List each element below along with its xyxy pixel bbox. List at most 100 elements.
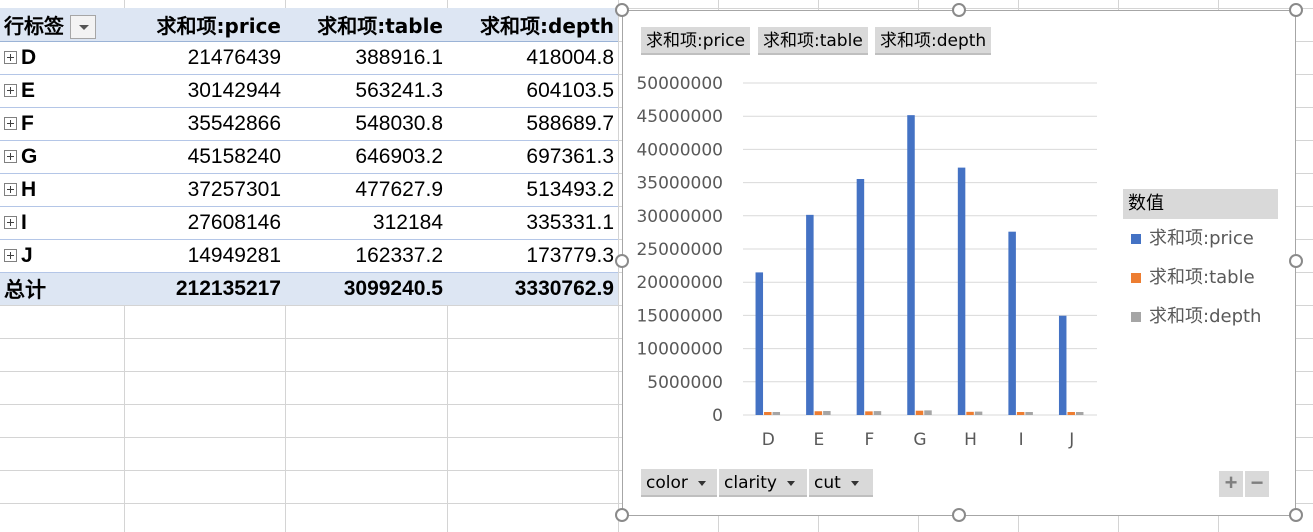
bar-D-series-1[interactable] (755, 272, 764, 415)
pivot-row-label-cell[interactable]: F (0, 107, 124, 141)
bar-I-series-1[interactable] (1008, 231, 1016, 415)
bar-J-series-1[interactable] (1058, 315, 1067, 415)
pivot-row-label-cell[interactable]: J (0, 239, 124, 273)
resize-handle-bottom-left[interactable] (615, 508, 629, 522)
pivot-row-label: F (21, 111, 34, 135)
resize-handle-middle-left[interactable] (615, 254, 629, 268)
pivot-cell-table[interactable]: 646903.2 (285, 140, 447, 174)
pivot-header-row: 行标签 求和项:price 求和项:table 求和项:depth (0, 8, 618, 42)
bar-G-series-3[interactable] (924, 410, 932, 415)
legend-label-table: 求和项:table (1149, 267, 1255, 288)
bar-I-series-3[interactable] (1025, 412, 1033, 415)
pivot-total-table[interactable]: 3099240.5 (285, 271, 447, 305)
bar-I-series-2[interactable] (1016, 412, 1025, 415)
pivot-row-label-cell[interactable]: H (0, 173, 124, 207)
pivot-chart[interactable]: 求和项:price 求和项:table 求和项:depth 0 5000000 10… (622, 10, 1296, 516)
pivot-cell-depth[interactable]: 418004.8 (447, 41, 618, 75)
pivot-total-row: 总计 212135217 3099240.5 3330762.9 (0, 271, 618, 305)
pivot-cell-depth[interactable]: 513493.2 (447, 173, 618, 207)
pivot-cell-price[interactable]: 45158240 (124, 140, 285, 174)
pivot-cell-price[interactable]: 21476439 (124, 41, 285, 75)
bar-E-series-1[interactable] (806, 214, 814, 415)
bar-H-series-1[interactable] (957, 167, 966, 415)
legend-item-table[interactable]: 求和项:table (1131, 266, 1255, 290)
pivot-cell-table[interactable]: 312184 (285, 206, 447, 240)
expand-plus-icon[interactable] (4, 51, 17, 65)
pivot-cell-price[interactable]: 37257301 (124, 173, 285, 207)
y-tick-label: 0 (712, 406, 723, 426)
pivot-row: H 37257301 477627.9 513493.2 (0, 173, 618, 207)
pivot-cell-price[interactable]: 30142944 (124, 74, 285, 108)
bar-E-series-3[interactable] (823, 410, 831, 415)
resize-handle-top-left[interactable] (615, 3, 629, 17)
pivot-row-label-cell[interactable]: D (0, 41, 124, 75)
pivot-total-label[interactable]: 总计 (0, 271, 124, 305)
pivot-total-depth[interactable]: 3330762.9 (447, 271, 618, 305)
bar-G-series-2[interactable] (915, 410, 924, 415)
pivot-row-label-cell[interactable]: E (0, 74, 124, 108)
row-labels-filter-button[interactable] (70, 15, 96, 39)
pivot-row-label: J (21, 243, 33, 267)
resize-handle-top-center[interactable] (952, 3, 966, 17)
pivot-row-label-cell[interactable]: G (0, 140, 124, 174)
legend-swatch-price (1131, 234, 1141, 244)
bar-F-series-2[interactable] (865, 411, 873, 415)
pivot-cell-depth[interactable]: 604103.5 (447, 74, 618, 108)
pivot-cell-table[interactable]: 388916.1 (285, 41, 447, 75)
pivot-row-label: E (21, 78, 36, 102)
axis-field-button-clarity[interactable]: clarity (719, 469, 807, 497)
pivot-cell-table[interactable]: 162337.2 (285, 239, 447, 273)
pivot-row-label-cell[interactable]: I (0, 206, 124, 240)
x-tick-label: D (762, 430, 775, 450)
pivot-row-label: G (21, 144, 38, 168)
resize-handle-middle-right[interactable] (1289, 254, 1303, 268)
pivot-cell-price[interactable]: 27608146 (124, 206, 285, 240)
bar-D-series-3[interactable] (772, 412, 781, 415)
legend-item-price[interactable]: 求和项:price (1131, 227, 1254, 251)
axis-field-button-cut[interactable]: cut (809, 469, 873, 497)
pivot-cell-table[interactable]: 548030.8 (285, 107, 447, 141)
expand-plus-icon[interactable] (4, 84, 17, 98)
axis-field-button-color[interactable]: color (641, 469, 717, 497)
expand-plus-icon[interactable] (4, 249, 17, 263)
pivot-row-label: H (21, 177, 37, 201)
legend-swatch-table (1131, 273, 1141, 283)
bar-F-series-1[interactable] (856, 178, 865, 415)
resize-handle-bottom-right[interactable] (1289, 508, 1303, 522)
bar-H-series-3[interactable] (974, 411, 983, 415)
bar-H-series-2[interactable] (966, 411, 974, 415)
pivot-cell-depth[interactable]: 173779.3 (447, 239, 618, 273)
pivot-row: D 21476439 388916.1 418004.8 (0, 41, 618, 75)
pivot-cell-depth[interactable]: 697361.3 (447, 140, 618, 174)
pivot-row: G 45158240 646903.2 697361.3 (0, 140, 618, 174)
pivot-cell-depth[interactable]: 588689.7 (447, 107, 618, 141)
bar-D-series-2[interactable] (764, 412, 772, 415)
collapse-field-button[interactable]: − (1245, 471, 1269, 497)
pivot-row-label: I (21, 210, 27, 234)
pivot-total-price[interactable]: 212135217 (124, 271, 285, 305)
resize-handle-top-right[interactable] (1289, 3, 1303, 17)
expand-field-button[interactable]: + (1219, 471, 1243, 497)
legend-swatch-depth (1131, 312, 1141, 322)
expand-plus-icon[interactable] (4, 150, 17, 164)
table-header: 求和项:table (285, 8, 447, 42)
pivot-cell-depth[interactable]: 335331.1 (447, 206, 618, 240)
pivot-row: J 14949281 162337.2 173779.3 (0, 239, 618, 273)
resize-handle-bottom-center[interactable] (952, 508, 966, 522)
expand-plus-icon[interactable] (4, 183, 17, 197)
pivot-table: 行标签 求和项:price 求和项:table 求和项:depth D 21476… (0, 8, 618, 305)
pivot-cell-price[interactable]: 14949281 (124, 239, 285, 273)
bar-F-series-3[interactable] (873, 411, 882, 415)
pivot-cell-price[interactable]: 35542866 (124, 107, 285, 141)
bar-E-series-2[interactable] (814, 411, 823, 415)
bar-J-series-3[interactable] (1075, 412, 1084, 415)
y-tick-label: 45000000 (636, 107, 723, 127)
legend-item-depth[interactable]: 求和项:depth (1131, 305, 1261, 329)
expand-plus-icon[interactable] (4, 117, 17, 131)
pivot-cell-table[interactable]: 563241.3 (285, 74, 447, 108)
bar-G-series-1[interactable] (907, 115, 915, 415)
depth-header: 求和项:depth (447, 8, 618, 42)
pivot-cell-table[interactable]: 477627.9 (285, 173, 447, 207)
expand-plus-icon[interactable] (4, 216, 17, 230)
bar-J-series-2[interactable] (1067, 412, 1075, 415)
